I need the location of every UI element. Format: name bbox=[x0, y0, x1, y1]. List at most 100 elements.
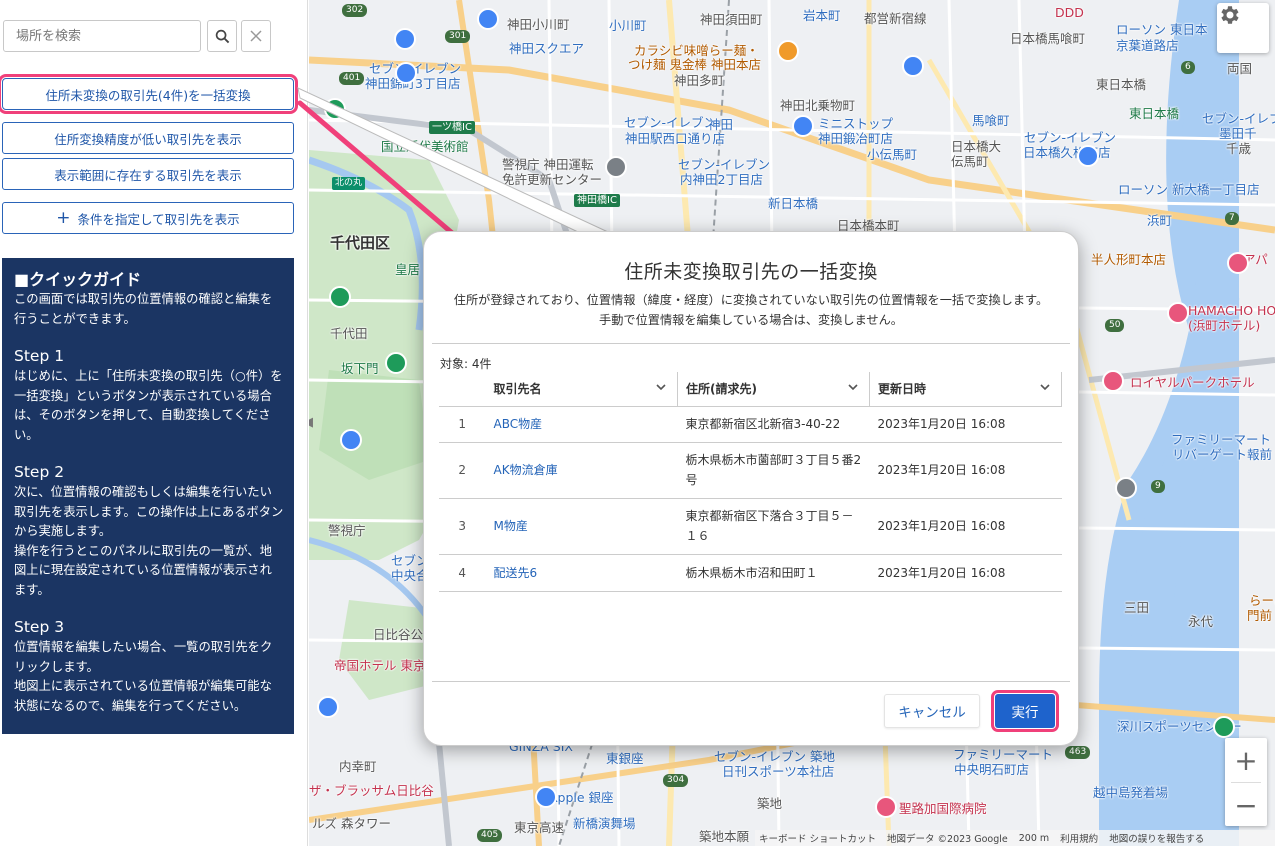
map-label: 帝国ホテル 東京 bbox=[334, 658, 426, 673]
map-label: つけ麺 鬼金棒 神田本店 bbox=[628, 57, 761, 72]
map-label: 坂下門 bbox=[341, 361, 379, 376]
map-label: ザ・ブラッサム日比谷 bbox=[309, 783, 434, 798]
zoom-in-button[interactable]: + bbox=[1225, 738, 1267, 782]
row-name[interactable]: M物産 bbox=[485, 498, 678, 555]
dialog-title: 住所未変換取引先の一括変換 bbox=[624, 261, 878, 283]
chevron-down-icon[interactable] bbox=[655, 381, 667, 393]
table-row[interactable]: 2 AK物流倉庫 栃木県栃木市薗部町３丁目５番2号 2023年1月20日 16:… bbox=[439, 442, 1062, 499]
map-label: 永代 bbox=[1188, 614, 1214, 629]
map-label: 神田北乗物町 bbox=[780, 98, 856, 113]
map-label: 神田多町 bbox=[674, 73, 725, 88]
map-label: 築地 bbox=[757, 796, 783, 811]
poi-pin[interactable] bbox=[1102, 370, 1124, 392]
show-by-condition-button[interactable]: + 条件を指定して取引先を表示 bbox=[2, 202, 294, 234]
map-attribution: キーボード ショートカット 地図データ ©2023 Google 200 m 利… bbox=[755, 830, 1275, 846]
row-name[interactable]: ABC物産 bbox=[485, 406, 678, 443]
poi-pin[interactable] bbox=[394, 28, 416, 50]
report-error-link[interactable]: 地図の誤りを報告する bbox=[1109, 831, 1204, 845]
chevron-down-icon[interactable] bbox=[847, 381, 859, 393]
poi-pin[interactable] bbox=[317, 696, 339, 718]
row-index: 4 bbox=[439, 554, 486, 592]
search-icon bbox=[215, 29, 229, 43]
map-label: Apple 銀座 bbox=[549, 790, 614, 805]
poi-pin[interactable] bbox=[340, 429, 362, 451]
poi-pin[interactable] bbox=[395, 62, 417, 84]
step3-text-2: 地図上に表示されている位置情報が編集可能な状態になるので、編集を行ってください。 bbox=[14, 679, 272, 713]
poi-pin[interactable] bbox=[1227, 252, 1249, 274]
map-label: 半人形町本店 bbox=[1091, 252, 1167, 267]
map-label: 聖路加国際病院 bbox=[899, 801, 987, 816]
poi-pin[interactable] bbox=[535, 786, 557, 808]
search-button[interactable] bbox=[207, 20, 237, 52]
route-shield: 301 bbox=[445, 30, 471, 43]
clear-search-button[interactable] bbox=[241, 20, 271, 52]
column-header-address[interactable]: 住所(請求先) bbox=[677, 372, 870, 407]
poi-pin[interactable] bbox=[385, 352, 407, 374]
map-label: 日本橋大 bbox=[951, 139, 1002, 154]
terms-link[interactable]: 利用規約 bbox=[1060, 831, 1098, 845]
show-low-precision-button[interactable]: 住所変換精度が低い取引先を表示 bbox=[2, 122, 294, 154]
cancel-button[interactable]: キャンセル bbox=[884, 694, 980, 728]
poi-pin[interactable] bbox=[605, 156, 627, 178]
poi-pin[interactable] bbox=[792, 115, 814, 137]
poi-pin[interactable] bbox=[1077, 145, 1099, 167]
table-row[interactable]: 3 M物産 東京都新宿区下落合３丁目５－１６ 2023年1月20日 16:08 bbox=[439, 498, 1062, 555]
map-label: セブン-イレブン bbox=[1202, 111, 1275, 126]
row-address: 栃木県栃木市沼和田町１ bbox=[677, 554, 870, 592]
row-name[interactable]: AK物流倉庫 bbox=[485, 442, 678, 499]
poi-pin[interactable] bbox=[1167, 302, 1189, 324]
table-row[interactable]: 4 配送先6 栃木県栃木市沼和田町１ 2023年1月20日 16:08 bbox=[439, 554, 1062, 592]
column-header-name[interactable]: 取引先名 bbox=[485, 372, 678, 407]
map-label: 北の丸 bbox=[332, 177, 366, 190]
map-label: リバーゲート報前 bbox=[1172, 447, 1273, 462]
map-label: セブン-イレブン bbox=[678, 157, 771, 172]
poi-pin[interactable] bbox=[1115, 477, 1137, 499]
route-shield: 50 bbox=[1105, 319, 1125, 332]
map-label: (浜町ホテル) bbox=[1188, 318, 1261, 333]
map-settings-button[interactable] bbox=[1217, 3, 1269, 53]
scale-label: 200 m bbox=[1018, 832, 1050, 844]
step1-text: はじめに、上に「住所未変換の取引先（○件）を一括変換」というボタンが表示されてい… bbox=[14, 369, 283, 442]
poi-pin[interactable] bbox=[902, 55, 924, 77]
column-header-label: 取引先名 bbox=[493, 382, 542, 397]
poi-pin[interactable] bbox=[1213, 716, 1235, 738]
map-label: 浜町 bbox=[1147, 213, 1173, 228]
row-name[interactable]: 配送先6 bbox=[485, 554, 678, 592]
bulk-convert-button[interactable]: 住所未変換の取引先(4件)を一括変換 bbox=[0, 74, 298, 114]
poi-pin[interactable] bbox=[777, 40, 799, 62]
step1-heading: Step 1 bbox=[14, 347, 65, 365]
poi-pin[interactable] bbox=[477, 8, 499, 30]
bulk-convert-dialog: 住所未変換取引先の一括変換 住所が登録されており、位置情報（緯度・経度）に変換さ… bbox=[423, 231, 1079, 746]
row-updated: 2023年1月20日 16:08 bbox=[869, 406, 1062, 443]
map-label: 警視庁 神田運転 bbox=[502, 157, 594, 172]
row-updated: 2023年1月20日 16:08 bbox=[869, 498, 1062, 555]
district-label: 千代田区 bbox=[330, 234, 391, 252]
poi-pin[interactable] bbox=[324, 98, 346, 120]
table-row[interactable]: 1 ABC物産 東京都新宿区北新宿3-40-22 2023年1月20日 16:0… bbox=[439, 406, 1062, 443]
index-header bbox=[439, 372, 486, 407]
map-label: 皇居 bbox=[395, 262, 421, 277]
chevron-left-icon: ◀ bbox=[309, 415, 313, 430]
map-label: 東京高速 bbox=[514, 820, 565, 835]
map-label: 門前 bbox=[1247, 608, 1273, 623]
dialog-description: 住所が登録されており、位置情報（緯度・経度）に変換されていない取引先の位置情報を… bbox=[453, 293, 1049, 327]
chevron-down-icon[interactable] bbox=[1039, 381, 1051, 393]
dialog-divider-top bbox=[432, 343, 1070, 344]
zoom-out-button[interactable]: − bbox=[1225, 783, 1267, 827]
show-in-view-button[interactable]: 表示範囲に存在する取引先を表示 bbox=[2, 158, 294, 190]
row-updated: 2023年1月20日 16:08 bbox=[869, 442, 1062, 499]
row-updated: 2023年1月20日 16:08 bbox=[869, 554, 1062, 592]
map-label: 両国 bbox=[1227, 61, 1253, 76]
poi-pin[interactable] bbox=[875, 796, 897, 818]
map-label: 小川町 bbox=[609, 18, 647, 33]
panel-toggle[interactable]: ◀ bbox=[309, 410, 315, 434]
column-header-updated[interactable]: 更新日時 bbox=[869, 372, 1063, 407]
map-label: 東銀座 bbox=[606, 751, 644, 766]
show-by-condition-label: 条件を指定して取引先を表示 bbox=[77, 211, 240, 227]
row-index: 2 bbox=[439, 442, 486, 499]
map-label: 神田小川町 bbox=[507, 17, 570, 32]
execute-button[interactable]: 実行 bbox=[991, 690, 1059, 732]
poi-pin[interactable] bbox=[329, 286, 351, 308]
keyboard-shortcuts-link[interactable]: キーボード ショートカット bbox=[759, 831, 876, 845]
search-input[interactable] bbox=[3, 20, 201, 52]
